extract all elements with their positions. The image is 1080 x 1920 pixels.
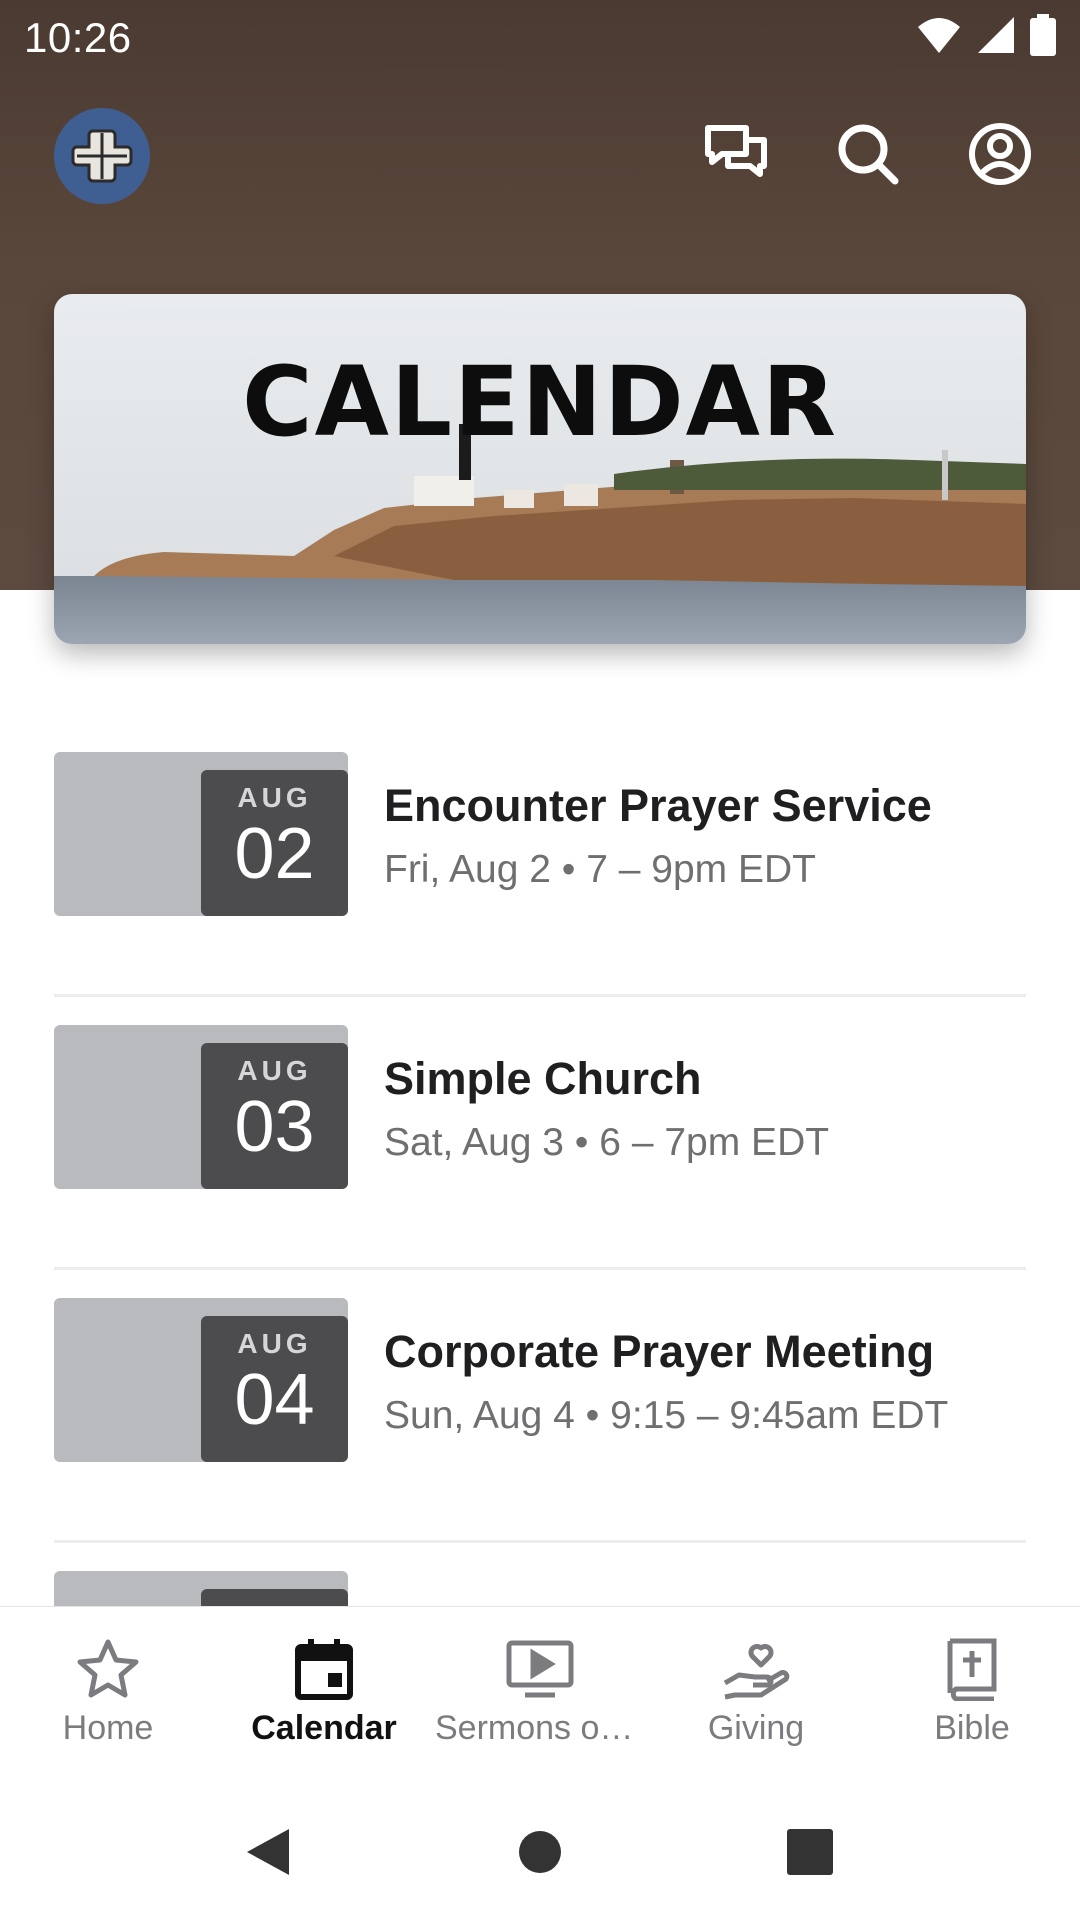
nav-tab-sermons[interactable]: Sermons on Demand: [432, 1607, 648, 1785]
app-bar-actions: [700, 118, 1036, 190]
wifi-icon: [918, 18, 960, 53]
event-datetime: Sun, Aug 4 • 9:15 – 9:45am EDT: [384, 1394, 949, 1437]
bible-icon: [947, 1638, 997, 1701]
nav-tab-bible[interactable]: Bible: [864, 1607, 1080, 1785]
nav-label: Giving: [707, 1709, 805, 1747]
home-button[interactable]: [502, 1814, 578, 1890]
chat-icon: [705, 125, 767, 177]
event-item[interactable]: AUG 03 Simple Church Sat, Aug 3 • 6 – 7p…: [54, 997, 1026, 1270]
date-day: 03: [234, 1087, 315, 1167]
banner-title: CALENDAR: [242, 346, 838, 458]
date-badge: AUG 02: [201, 770, 348, 916]
date-month: AUG: [237, 782, 312, 813]
recents-square-icon: [787, 1829, 833, 1875]
system-navigation-bar: [0, 1784, 1080, 1920]
profile-button[interactable]: [964, 118, 1036, 190]
event-item[interactable]: AUG 02 Encounter Prayer Service Fri, Aug…: [54, 724, 1026, 997]
bottom-navigation: Home Calendar Sermons on Demand Giving: [0, 1606, 1080, 1784]
status-bar: 10:26: [0, 0, 1080, 72]
event-title: Corporate Prayer Meeting: [384, 1326, 935, 1377]
date-day: 04: [234, 1360, 315, 1440]
signal-icon: [978, 17, 1014, 53]
event-datetime: Fri, Aug 2 • 7 – 9pm EDT: [384, 848, 816, 891]
event-item[interactable]: AUG 04 Corporate Prayer Meeting Sun, Aug…: [54, 1270, 1026, 1543]
date-day: 02: [234, 814, 315, 894]
nav-tab-calendar[interactable]: Calendar: [216, 1607, 432, 1785]
church-logo[interactable]: [54, 108, 150, 204]
nav-label: Home: [62, 1709, 154, 1747]
giving-icon: [723, 1644, 790, 1700]
event-datetime: Sat, Aug 3 • 6 – 7pm EDT: [384, 1121, 830, 1164]
battery-icon: [1030, 14, 1056, 56]
search-icon: [838, 124, 899, 185]
nav-label: Bible: [934, 1709, 1010, 1747]
calendar-banner: CALENDAR: [54, 294, 1026, 644]
date-month: AUG: [237, 1055, 312, 1086]
recents-button[interactable]: [772, 1814, 848, 1890]
nav-label: Sermons on Demand: [435, 1709, 645, 1747]
date-month: AUG: [237, 1328, 312, 1359]
home-circle-icon: [519, 1831, 561, 1873]
nav-label: Calendar: [251, 1709, 397, 1747]
date-badge: AUG 04: [201, 1316, 348, 1462]
event-title: Encounter Prayer Service: [384, 780, 932, 831]
back-triangle-icon: [247, 1829, 289, 1875]
video-icon: [506, 1640, 574, 1698]
status-icons: [916, 14, 1056, 56]
back-button[interactable]: [230, 1814, 306, 1890]
event-title: Simple Church: [384, 1053, 702, 1104]
star-icon: [77, 1639, 139, 1698]
account-circle-icon: [969, 123, 1031, 185]
date-badge: AUG 03: [201, 1043, 348, 1189]
messages-button[interactable]: [700, 118, 772, 190]
cross-logo-icon: [71, 129, 133, 183]
search-button[interactable]: [832, 118, 904, 190]
calendar-icon: [295, 1639, 353, 1700]
nav-tab-giving[interactable]: Giving: [648, 1607, 864, 1785]
status-time: 10:26: [24, 14, 132, 61]
nav-tab-home[interactable]: Home: [0, 1607, 216, 1785]
